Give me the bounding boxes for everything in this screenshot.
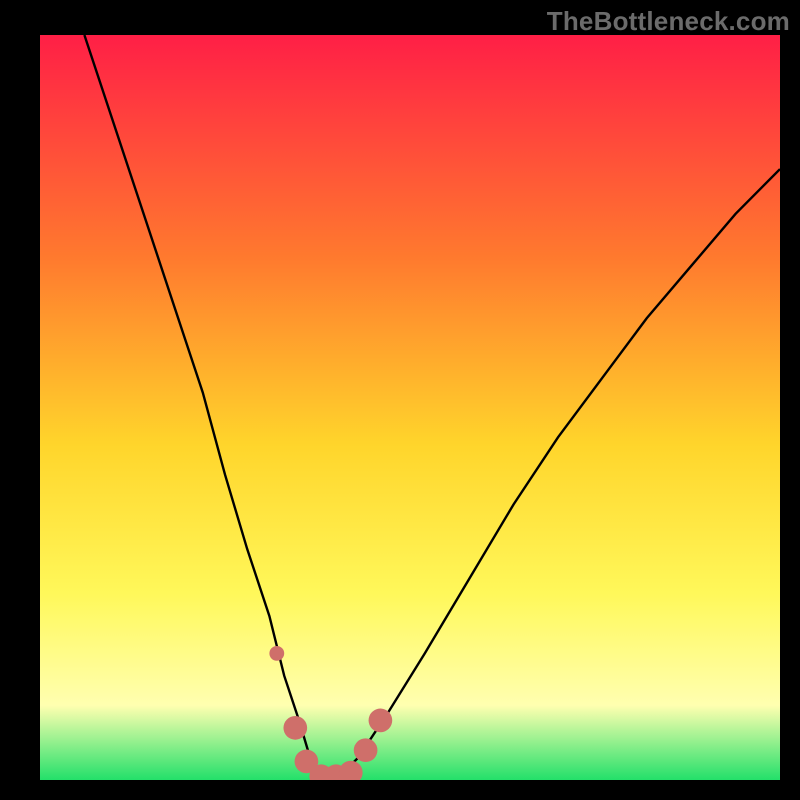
marker-trough-1	[283, 716, 307, 740]
bottleneck-chart	[40, 35, 780, 780]
gradient-background	[40, 35, 780, 780]
marker-left-dot	[269, 646, 284, 661]
marker-trough-6	[354, 738, 378, 762]
watermark-text: TheBottleneck.com	[547, 6, 790, 37]
chart-frame: TheBottleneck.com	[0, 0, 800, 800]
marker-trough-7	[369, 709, 393, 733]
plot-area	[40, 35, 780, 780]
